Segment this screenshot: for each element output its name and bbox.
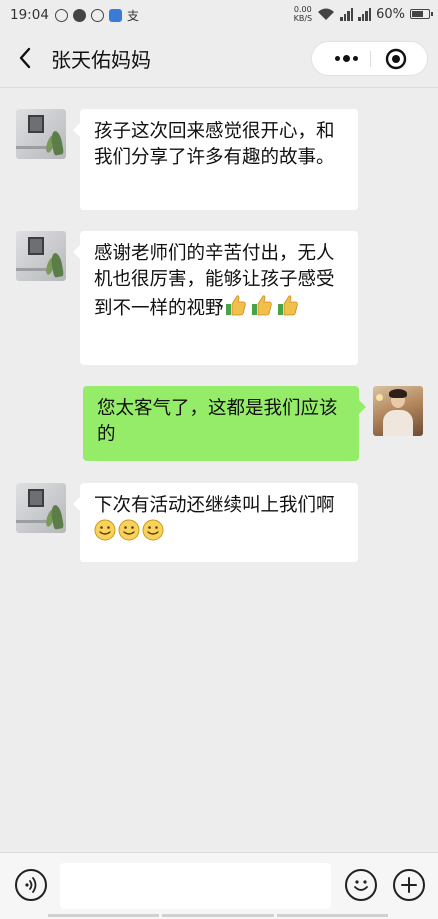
wechat-icon xyxy=(91,9,104,22)
thumbs-up-emoji-icon xyxy=(251,295,272,316)
more-dots-icon[interactable] xyxy=(324,42,368,75)
smile-emoji-icon xyxy=(118,519,140,541)
bottom-gesture-bar xyxy=(48,914,388,917)
status-notification-icons: 支 xyxy=(55,7,139,24)
signal-icon-2 xyxy=(358,7,372,21)
message-input[interactable] xyxy=(60,863,331,909)
smile-emoji-icon xyxy=(94,519,116,541)
signal-icon xyxy=(340,7,354,21)
message-bubble-outgoing[interactable]: 您太客气了，这都是我们应该的 xyxy=(83,386,366,461)
voice-icon[interactable] xyxy=(15,869,47,901)
network-speed: 0.00 KB/S xyxy=(294,5,313,23)
message-text: 下次有活动还继续叫上我们啊 xyxy=(94,495,335,516)
message-bubble-incoming[interactable]: 感谢老师们的辛苦付出，无人机也很厉害，能够让孩子感受到不一样的视野 xyxy=(73,231,358,365)
thumbs-up-emoji-icon xyxy=(277,295,298,316)
capsule-divider xyxy=(370,51,371,67)
target-close-icon[interactable] xyxy=(385,48,407,70)
message-text: 您太客气了，这都是我们应该的 xyxy=(97,398,338,445)
status-time: 19:04 xyxy=(10,7,49,23)
thumbs-up-emoji-icon xyxy=(225,295,246,316)
app-notification-icon xyxy=(73,9,86,22)
smile-emoji-icon xyxy=(142,519,164,541)
app-square-icon xyxy=(109,9,122,22)
alarm-icon xyxy=(55,9,68,22)
network-speed-value: 0.00 xyxy=(293,5,312,14)
plus-icon[interactable] xyxy=(393,869,425,901)
pay-icon: 支 xyxy=(127,9,140,23)
status-bar: 19:04 支 0.00 KB/S 60% xyxy=(0,0,438,30)
wifi-icon xyxy=(318,8,335,20)
friend-avatar[interactable] xyxy=(16,483,66,533)
mini-program-capsule xyxy=(311,41,428,76)
friend-avatar[interactable] xyxy=(16,231,66,281)
message-text: 孩子这次回来感觉很开心，和我们分享了许多有趣的故事。 xyxy=(94,121,335,168)
chat-header: 张天佑妈妈 xyxy=(0,30,438,88)
emoji-smile-icon[interactable] xyxy=(345,869,377,901)
chat-title: 张天佑妈妈 xyxy=(51,48,151,72)
chat-input-bar xyxy=(0,852,438,919)
my-avatar[interactable] xyxy=(373,386,423,436)
battery-percent: 60% xyxy=(376,6,405,22)
message-bubble-incoming[interactable]: 下次有活动还继续叫上我们啊 xyxy=(73,483,358,562)
network-speed-unit: KB/S xyxy=(293,14,313,23)
message-bubble-incoming[interactable]: 孩子这次回来感觉很开心，和我们分享了许多有趣的故事。 xyxy=(73,109,358,210)
battery-icon xyxy=(410,9,433,19)
back-chevron-icon[interactable] xyxy=(14,44,38,72)
status-right-group: 0.00 KB/S 60% xyxy=(294,5,433,23)
friend-avatar[interactable] xyxy=(16,109,66,159)
